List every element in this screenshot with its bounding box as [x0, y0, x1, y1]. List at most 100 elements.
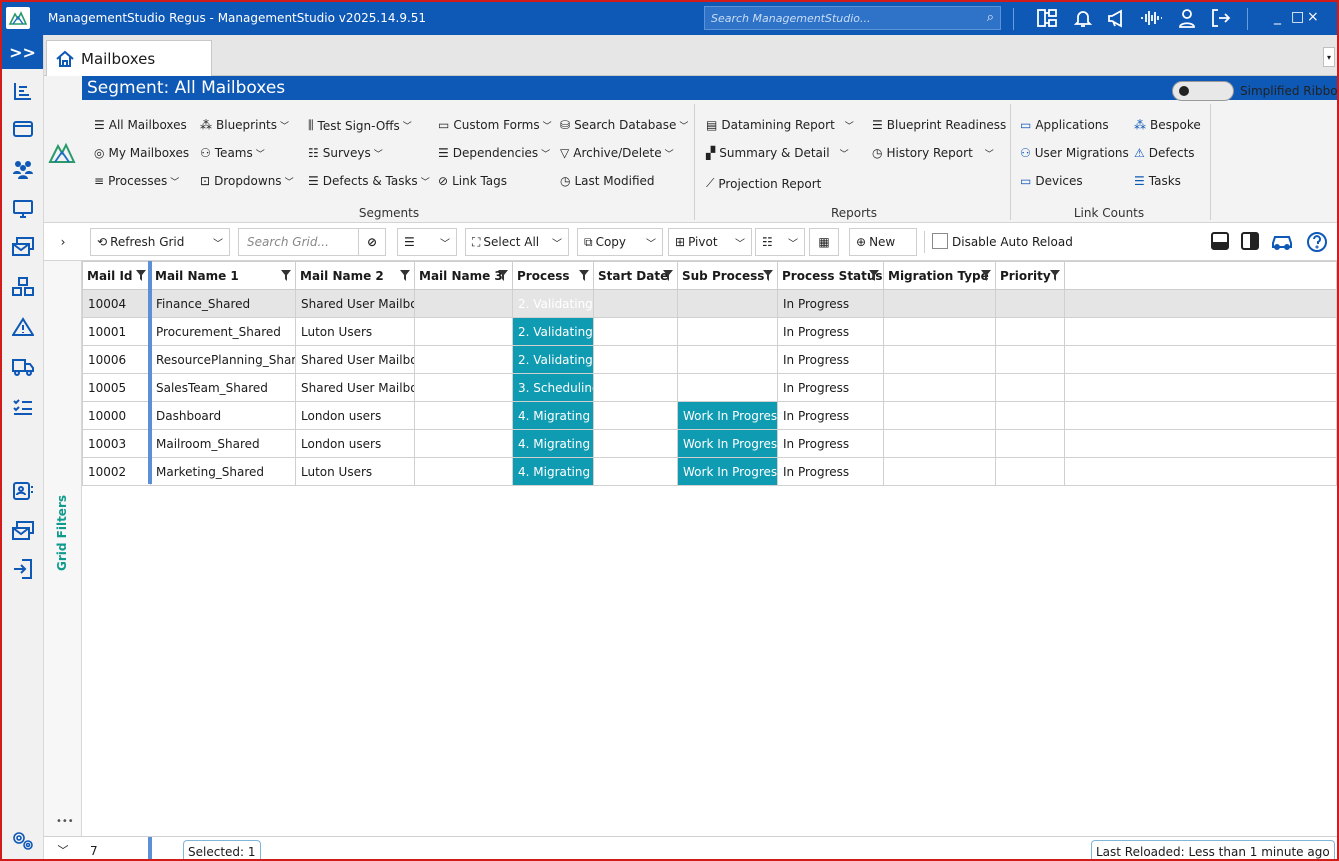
ribbon-blueprint-readiness[interactable]: ☰ Blueprint Readiness: [872, 118, 1006, 132]
ribbon-link-tags[interactable]: ⊘ Link Tags: [438, 174, 507, 188]
table-cell[interactable]: [414, 289, 513, 318]
sign-in-icon[interactable]: [9, 555, 37, 583]
table-cell[interactable]: Mailroom_Shared: [150, 429, 296, 458]
table-cell[interactable]: [883, 373, 996, 402]
ribbon-search-database[interactable]: ⛁ Search Database ﹀: [560, 118, 688, 132]
table-cell[interactable]: [593, 317, 678, 346]
table-cell[interactable]: [883, 401, 996, 430]
grid-layout-icon[interactable]: ▦: [809, 228, 839, 256]
column-header[interactable]: Mail Id: [82, 261, 151, 290]
clear-search-icon[interactable]: ⊘: [358, 228, 386, 256]
table-row[interactable]: 10000 Dashboard London users 4. Migrating Wo…: [82, 401, 1337, 430]
table-cell[interactable]: In Progress: [777, 429, 884, 458]
filter-icon[interactable]: [281, 270, 291, 281]
contact-card-icon[interactable]: [9, 477, 37, 505]
table-cell[interactable]: 10005: [82, 373, 151, 402]
ribbon-surveys[interactable]: ☷ Surveys ﹀: [308, 146, 383, 160]
tab-mailboxes[interactable]: Mailboxes: [46, 40, 212, 77]
table-cell[interactable]: 2. Validating: [512, 317, 594, 346]
table-cell[interactable]: [593, 373, 678, 402]
column-header[interactable]: Migration Type: [883, 261, 996, 290]
monitor-icon[interactable]: [9, 195, 37, 223]
table-cell[interactable]: [677, 317, 778, 346]
table-cell[interactable]: [995, 317, 1065, 346]
mail-stack-2-icon[interactable]: [9, 517, 37, 545]
table-cell[interactable]: [995, 373, 1065, 402]
car-icon[interactable]: [1270, 231, 1294, 254]
table-cell[interactable]: 10001: [82, 317, 151, 346]
align-dropdown[interactable]: ☰ ﹀: [397, 228, 457, 256]
filter-icon[interactable]: [981, 270, 991, 281]
disable-auto-reload-checkbox[interactable]: [932, 233, 948, 249]
checklist-icon[interactable]: [9, 393, 37, 421]
table-cell[interactable]: In Progress: [777, 289, 884, 318]
table-cell[interactable]: [883, 289, 996, 318]
warning-icon[interactable]: [9, 313, 37, 341]
table-cell[interactable]: 4. Migrating: [512, 457, 594, 486]
table-cell[interactable]: [677, 289, 778, 318]
column-header[interactable]: Sub Process: [677, 261, 778, 290]
table-cell[interactable]: Procurement_Shared: [150, 317, 296, 346]
table-cell[interactable]: [995, 345, 1065, 374]
ribbon-defects-tasks[interactable]: ☰ Defects & Tasks ﹀: [308, 174, 430, 188]
ribbon-projection-report[interactable]: ⟋ Projection Report: [706, 176, 821, 191]
ribbon-user-migrations[interactable]: ⚇ User Migrations: [1020, 146, 1129, 160]
maximize-button[interactable]: □: [1291, 9, 1304, 25]
select-all-button[interactable]: ⛶ Select All ﹀: [465, 228, 569, 256]
sitemap-icon[interactable]: [1032, 4, 1062, 32]
table-cell[interactable]: In Progress: [777, 345, 884, 374]
megaphone-icon[interactable]: [1102, 4, 1132, 32]
panel-bottom-icon[interactable]: [1210, 231, 1230, 254]
new-button[interactable]: ⊕ New: [849, 228, 917, 256]
table-cell[interactable]: 10003: [82, 429, 151, 458]
table-cell[interactable]: In Progress: [777, 401, 884, 430]
table-cell[interactable]: ResourcePlanning_Shared: [150, 345, 296, 374]
table-cell[interactable]: [414, 373, 513, 402]
table-cell[interactable]: Shared User Mailbox: [295, 373, 415, 402]
list-icon[interactable]: [9, 77, 37, 105]
table-cell[interactable]: London users: [295, 429, 415, 458]
table-cell[interactable]: 2. Validating: [512, 289, 594, 318]
table-cell[interactable]: 10006: [82, 345, 151, 374]
settings-icon[interactable]: [9, 827, 37, 855]
table-cell[interactable]: [593, 429, 678, 458]
table-cell[interactable]: [414, 429, 513, 458]
table-cell[interactable]: [883, 345, 996, 374]
filter-icon[interactable]: [663, 270, 673, 281]
filter-icon[interactable]: [1050, 270, 1060, 281]
more-dots-icon[interactable]: •••: [56, 816, 74, 827]
ribbon-summary-detail[interactable]: ▞ Summary & Detail ﹀: [706, 146, 849, 160]
truck-icon[interactable]: [9, 353, 37, 381]
table-cell[interactable]: Marketing_Shared: [150, 457, 296, 486]
filter-icon[interactable]: [136, 270, 146, 281]
window-icon[interactable]: [9, 115, 37, 143]
table-cell[interactable]: 10002: [82, 457, 151, 486]
table-cell[interactable]: SalesTeam_Shared: [150, 373, 296, 402]
table-cell[interactable]: [995, 289, 1065, 318]
table-cell[interactable]: [995, 401, 1065, 430]
ribbon-test-sign-offs[interactable]: ⫼ Test Sign-Offs ﹀: [308, 118, 412, 133]
table-cell[interactable]: [414, 317, 513, 346]
close-button[interactable]: ×: [1307, 9, 1319, 25]
table-cell[interactable]: In Progress: [777, 457, 884, 486]
global-search-input[interactable]: Search ManagementStudio... ⌕: [704, 6, 1001, 30]
ribbon-custom-forms[interactable]: ▭ Custom Forms ﹀: [438, 118, 552, 132]
ribbon-devices[interactable]: ▭ Devices: [1020, 174, 1083, 188]
table-cell[interactable]: Luton Users: [295, 317, 415, 346]
table-cell[interactable]: In Progress: [777, 317, 884, 346]
table-cell[interactable]: [593, 289, 678, 318]
table-cell[interactable]: [593, 401, 678, 430]
ribbon-history-report[interactable]: ◷ History Report ﹀: [872, 146, 994, 160]
filter-icon[interactable]: [869, 270, 879, 281]
table-cell[interactable]: Work In Progress: [677, 457, 778, 486]
column-header[interactable]: Mail Name 3: [414, 261, 513, 290]
table-cell[interactable]: In Progress: [777, 373, 884, 402]
column-header[interactable]: Mail Name 2: [295, 261, 415, 290]
ribbon-my-mailboxes[interactable]: ◎ My Mailboxes: [94, 146, 189, 160]
expand-filters-button[interactable]: ›: [44, 223, 82, 261]
table-cell[interactable]: [593, 345, 678, 374]
tab-list-dropdown[interactable]: ▾: [1323, 47, 1335, 67]
cubes-icon[interactable]: [9, 273, 37, 301]
audio-wave-icon[interactable]: [1136, 4, 1166, 32]
table-cell[interactable]: Work In Progress: [677, 401, 778, 430]
